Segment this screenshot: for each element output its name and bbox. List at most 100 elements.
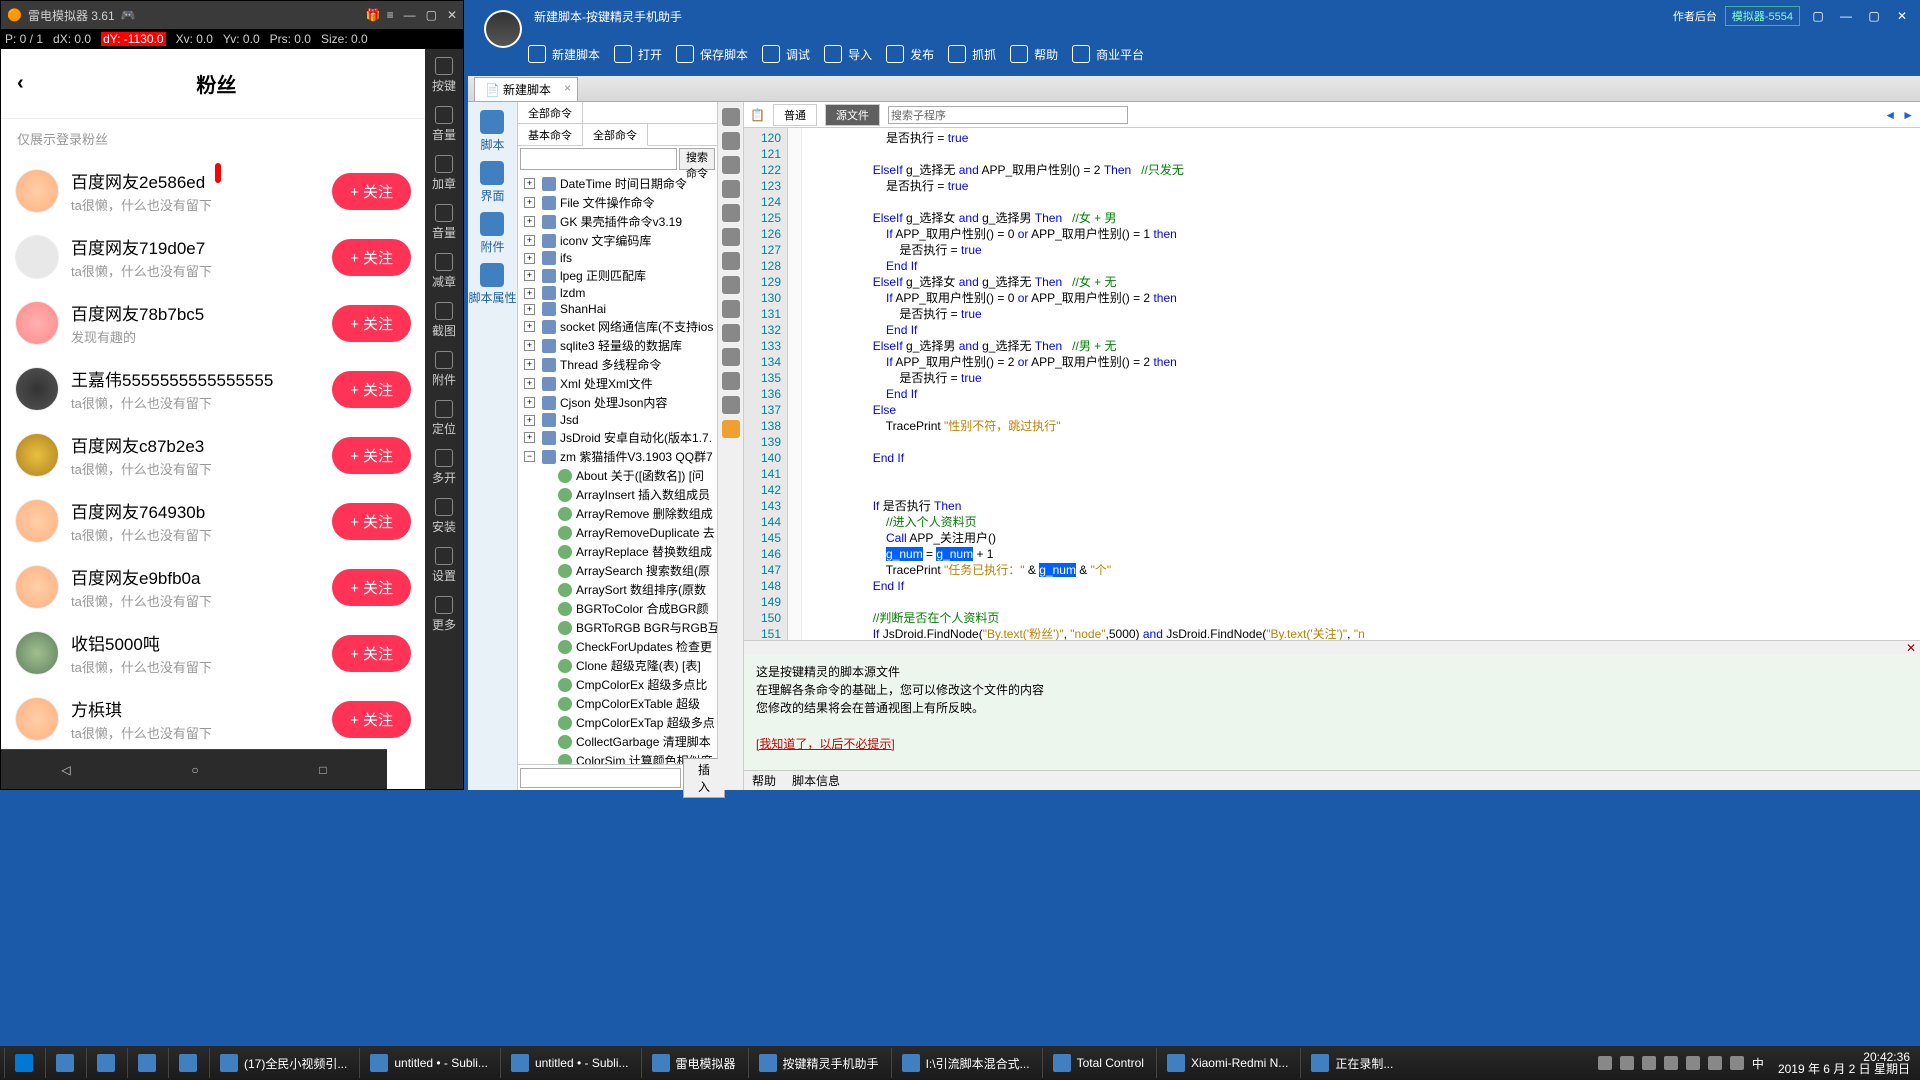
command-tree[interactable]: +DateTime 时间日期命令+File 文件操作命令+GK 果壳插件命令v3… [518,172,717,764]
toolbar-button[interactable]: 导入 [824,45,872,63]
expand-icon[interactable]: + [524,216,535,227]
go-icon[interactable] [722,420,740,438]
follow-button[interactable]: + 关注 [332,239,411,276]
follower-item[interactable]: 百度网友2e586ed ta很懒，什么也没有留下 + 关注 [1,158,425,224]
expand-icon[interactable]: + [524,288,535,299]
tool-icon[interactable] [722,204,740,222]
nav-recent-icon[interactable]: □ [319,763,326,777]
tray-icon[interactable] [1620,1056,1634,1070]
code-area[interactable]: 是否执行 = true ElseIf g_选择无 and APP_取用户性别()… [802,128,1920,640]
expand-icon[interactable]: + [524,359,535,370]
follower-item[interactable]: 百度网友c87b2e3 ta很懒，什么也没有留下 + 关注 [1,422,425,488]
tool-icon[interactable] [722,108,740,126]
ide-close-icon[interactable]: ✕ [1892,8,1912,24]
taskbar-button[interactable]: Xiaomi-Redmi N... [1156,1048,1298,1078]
tree-node[interactable]: +ifs [520,250,715,266]
avatar[interactable] [15,367,59,411]
tool-icon[interactable] [722,396,740,414]
emu-side-button[interactable]: 多开 [432,449,456,486]
expand-icon[interactable]: + [524,270,535,281]
taskbar-button[interactable] [45,1048,84,1078]
emu-side-button[interactable]: 音量 [432,106,456,143]
expand-icon[interactable]: + [524,378,535,389]
tool-icon[interactable] [722,348,740,366]
tree-node[interactable]: BGRToRGB BGR与RGB互 [520,618,715,637]
follow-button[interactable]: + 关注 [332,701,411,738]
msg-dismiss-link[interactable]: [我知道了，以后不必提示] [756,737,895,751]
ide-titlebar[interactable]: 新建脚本-按键精灵手机助手 作者后台 模拟器-5554 ▢ — ▢ ✕ [468,0,1920,32]
tray-icon[interactable] [1686,1056,1700,1070]
tree-node[interactable]: BGRToColor 合成BGR颜 [520,599,715,618]
command-search-input[interactable] [520,148,677,170]
tray-icon[interactable] [1642,1056,1656,1070]
tool-icon[interactable] [722,228,740,246]
ide-min-icon[interactable]: ▢ [1808,8,1828,24]
follow-button[interactable]: + 关注 [332,371,411,408]
follower-item[interactable]: 百度网友764930b ta很懒，什么也没有留下 + 关注 [1,488,425,554]
expand-icon[interactable]: − [524,451,535,462]
view-normal-tab[interactable]: 普通 [773,104,817,126]
follower-item[interactable]: 王嘉伟5555555555555555 ta很懒，什么也没有留下 + 关注 [1,356,425,422]
start-button[interactable] [4,1048,43,1078]
insert-input[interactable] [520,768,681,788]
emu-side-button[interactable]: 设置 [432,547,456,584]
emu-side-button[interactable]: 附件 [432,351,456,388]
tree-node[interactable]: ArrayRemove 删除数组成 [520,504,715,523]
expand-icon[interactable]: + [524,304,535,315]
tree-node[interactable]: CollectGarbage 清理脚本 [520,732,715,751]
toolbar-button[interactable]: 帮助 [1010,45,1058,63]
emu-side-button[interactable]: 减章 [432,253,456,290]
nav-back-icon[interactable]: ◁ [61,763,70,777]
tool-icon[interactable] [722,252,740,270]
left-rail-button[interactable]: 脚本 [480,110,504,153]
follow-button[interactable]: + 关注 [332,305,411,342]
emu-side-button[interactable]: 安装 [432,498,456,535]
taskbar-button[interactable]: Total Control [1042,1048,1154,1078]
back-icon[interactable]: ‹ [17,72,24,95]
left-rail-button[interactable]: 界面 [480,161,504,204]
expand-icon[interactable]: + [524,253,535,264]
follower-item[interactable]: 收铝5000吨 ta很懒，什么也没有留下 + 关注 [1,620,425,686]
tray-icon[interactable] [1730,1056,1744,1070]
tree-node[interactable]: −zm 紫猫插件V3.1903 QQ群7 [520,447,715,466]
tool-icon[interactable] [722,132,740,150]
cmd-tab-all[interactable]: 全部命令 [518,102,583,123]
tree-node[interactable]: +GK 果壳插件命令v3.19 [520,212,715,231]
close-icon[interactable]: ✕ [447,8,457,22]
emulator-id[interactable]: 模拟器-5554 [1725,6,1800,26]
tree-node[interactable]: ArrayRemoveDuplicate 去 [520,523,715,542]
avatar[interactable] [15,631,59,675]
avatar[interactable] [15,499,59,543]
command-search-button[interactable]: 搜索命令 [679,148,715,170]
tree-node[interactable]: About 关于([函数名]) [问 [520,466,715,485]
emu-side-button[interactable]: 定位 [432,400,456,437]
view-source-tab[interactable]: 源文件 [825,104,880,126]
avatar[interactable] [15,169,59,213]
tree-node[interactable]: +sqlite3 轻量级的数据库 [520,336,715,355]
toolbar-button[interactable]: 打开 [614,45,662,63]
status-info[interactable]: 脚本信息 [792,772,840,789]
tree-node[interactable]: +Thread 多线程命令 [520,355,715,374]
avatar[interactable] [15,301,59,345]
taskbar-button[interactable]: 雷电模拟器 [641,1048,746,1078]
taskbar-button[interactable] [86,1048,125,1078]
tree-node[interactable]: ArraySort 数组排序(原数 [520,580,715,599]
tree-node[interactable]: +ShanHai [520,301,715,317]
taskbar-button[interactable]: untitled • - Subli... [359,1048,498,1078]
follow-button[interactable]: + 关注 [332,437,411,474]
tool-icon[interactable] [722,276,740,294]
expand-icon[interactable]: + [524,321,535,332]
cmd-tab-basic[interactable]: 基本命令 [518,124,583,145]
toolbar-button[interactable]: 新建脚本 [528,45,600,63]
tree-node[interactable]: ArrayReplace 替换数组成 [520,542,715,561]
tree-node[interactable]: +Xml 处理Xml文件 [520,374,715,393]
tab-close-icon[interactable]: × [564,81,571,95]
follow-button[interactable]: + 关注 [332,173,411,210]
tree-node[interactable]: +Cjson 处理Json内容 [520,393,715,412]
expand-icon[interactable]: + [524,178,535,189]
emulator-screen[interactable]: ‹ 粉丝 仅展示登录粉丝 百度网友2e586ed ta很懒，什么也没有留下 + … [1,49,425,789]
taskbar-button[interactable] [127,1048,166,1078]
tree-node[interactable]: CmpColorEx 超级多点比 [520,675,715,694]
expand-icon[interactable]: + [524,197,535,208]
taskbar-clock[interactable]: 20:42:36 2019 年 6 月 2 日 星期日 [1772,1051,1916,1075]
